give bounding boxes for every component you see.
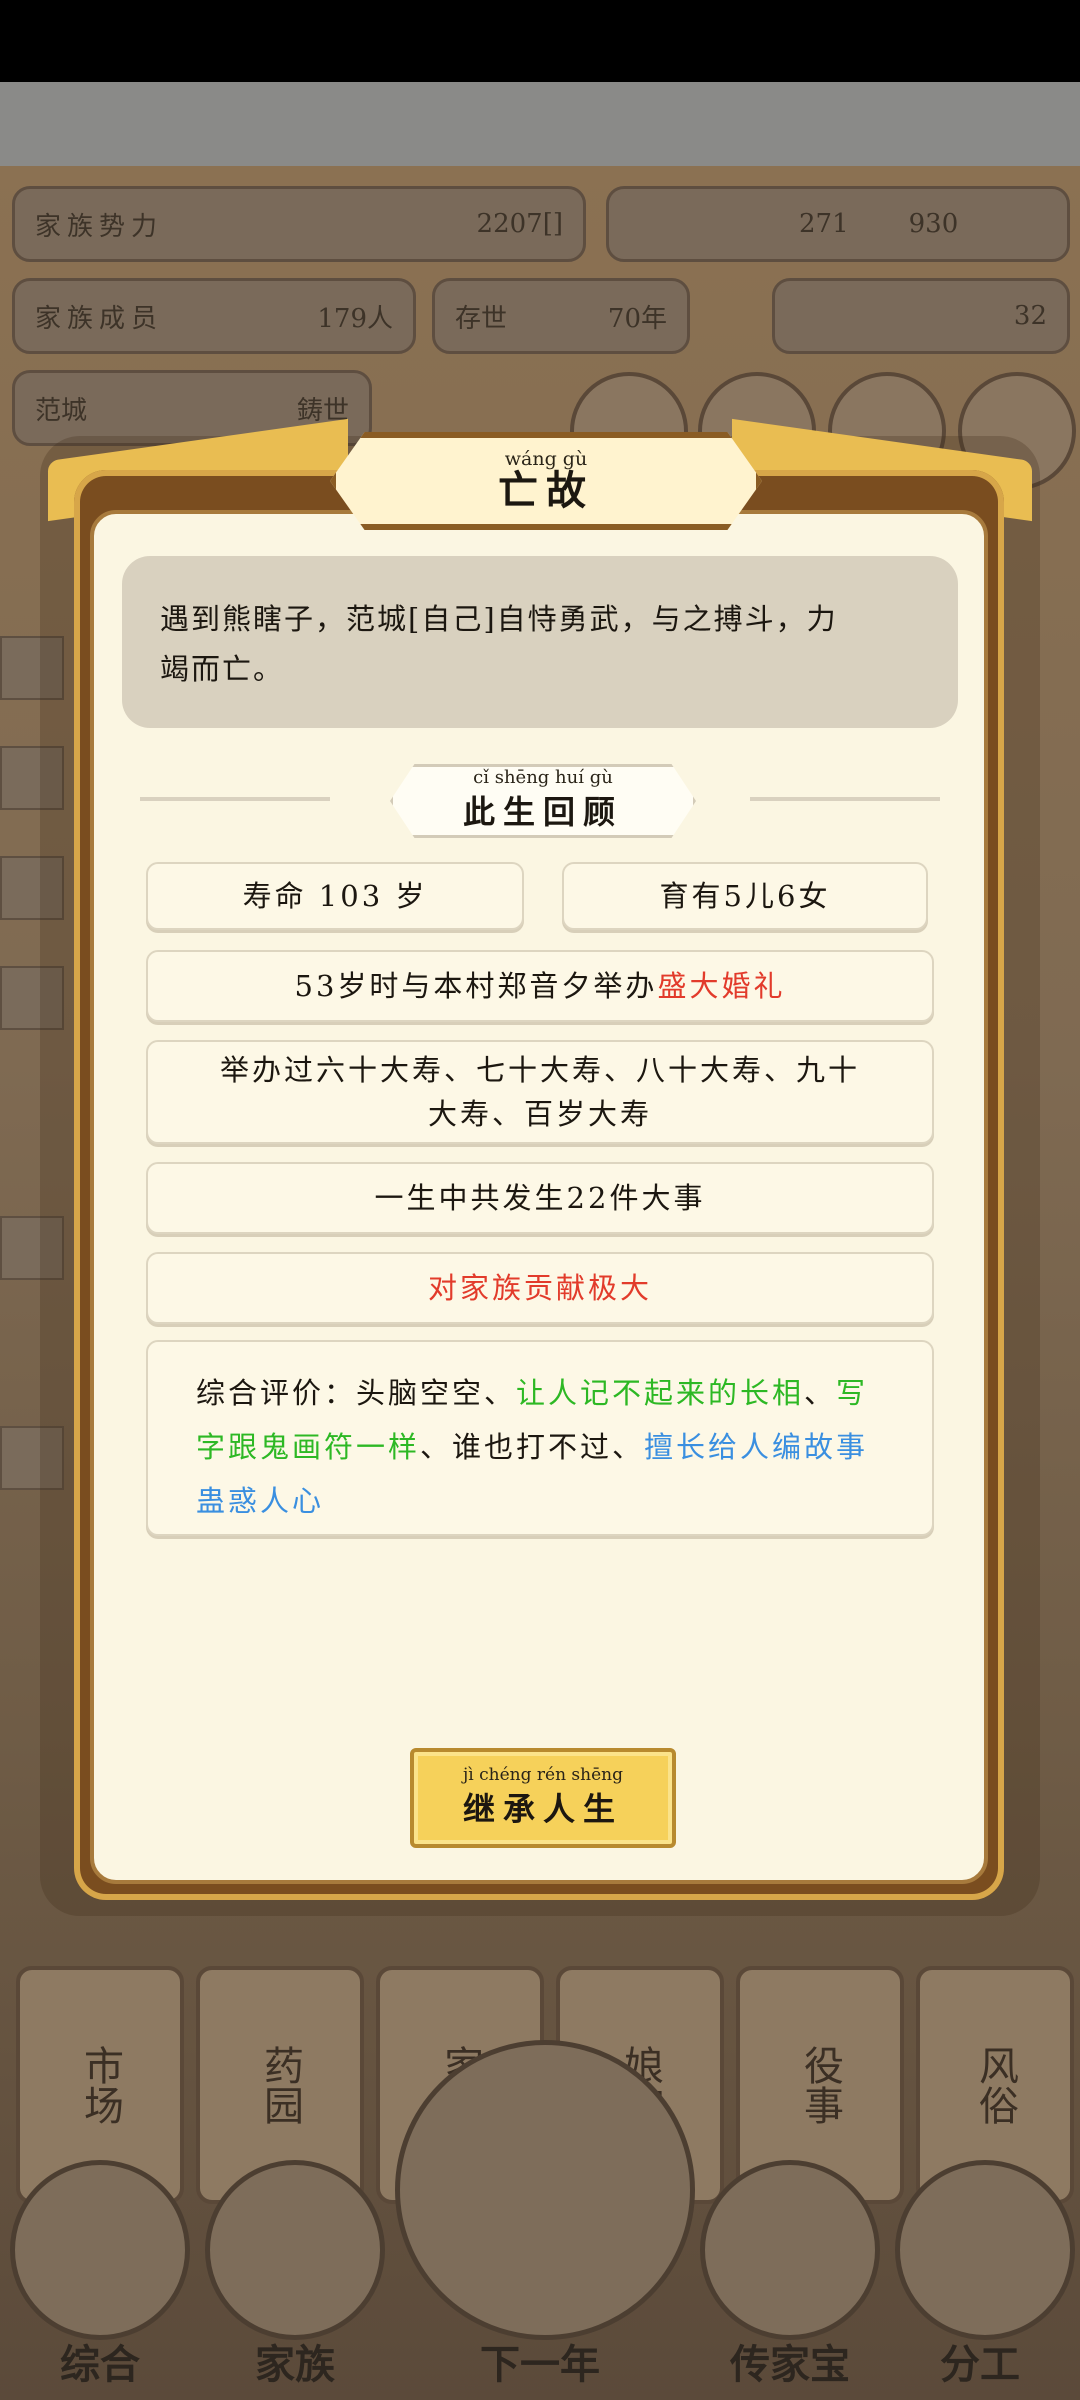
review-title: 此生回顾	[462, 793, 623, 831]
nav-general[interactable]: 综合	[10, 2332, 190, 2390]
children-card: 育有5儿6女	[562, 862, 928, 930]
top-strip	[0, 82, 1080, 166]
nav-division-icon[interactable]	[895, 2160, 1075, 2340]
members-value: 179人	[317, 303, 393, 334]
inherit-life-button[interactable]: jì chéng rén shēng 继承人生	[410, 1748, 676, 1848]
copper-value: 930	[908, 209, 959, 239]
marriage-highlight: 盛大婚礼	[657, 969, 786, 1003]
clan-power-value: 2207[	[476, 209, 553, 239]
nav-family[interactable]: 家族	[205, 2332, 385, 2390]
lifespan-text: 寿命 103 岁	[242, 879, 428, 913]
nav-division[interactable]: 分工	[890, 2332, 1070, 2390]
nav-next-year[interactable]: 下一年	[450, 2332, 630, 2390]
button-pinyin: jì chéng rén shēng	[463, 1764, 623, 1785]
dialog-title-banner: wáng gù 亡故	[330, 432, 762, 530]
life-review-header: cǐ shēng huí gù 此生回顾	[140, 764, 940, 838]
alive-label: 存世	[455, 303, 508, 334]
alive-value: 70年	[607, 303, 667, 334]
death-text-line1: 遇到熊瞎子，范城[自己]自恃勇武，与之搏斗，力	[160, 602, 838, 636]
review-pinyin: cǐ shēng huí gù	[473, 767, 613, 788]
eval-sep: 、	[804, 1376, 837, 1410]
eval-blue-1: 擅长给人编	[644, 1430, 805, 1464]
birthdays-line2: 大寿、百岁大寿	[427, 1097, 652, 1131]
marriage-card: 53岁时与本村郑音夕举办 盛大婚礼	[146, 950, 934, 1022]
gold-box[interactable]: 32	[772, 278, 1070, 354]
nav-general-icon[interactable]	[10, 2160, 190, 2340]
marriage-text: 53岁时与本村郑音夕举办	[294, 969, 658, 1003]
clan-power-box[interactable]: 家族势力 2207[ ]	[12, 186, 586, 262]
nav-next-year-icon[interactable]	[395, 2040, 695, 2340]
nav-heirloom[interactable]: 传家宝	[700, 2332, 880, 2390]
bottom-nav: 综合 家族 下一年 传家宝 分工	[0, 2040, 1080, 2400]
divider-left	[140, 797, 330, 801]
events-card: 一生中共发生22件大事	[146, 1162, 934, 1234]
death-description: 遇到熊瞎子，范城[自己]自恃勇武，与之搏斗，力 竭而亡。	[122, 556, 958, 728]
eval-green-1: 让人记不起来的长相	[516, 1376, 805, 1410]
birthdays-line1: 举办过六十大寿、七十大寿、八十大寿、九十	[219, 1053, 860, 1087]
contribution-card: 对家族贡献极大	[146, 1252, 934, 1324]
currency-box: 271 930	[606, 186, 1070, 262]
clan-power-label: 家族势力	[35, 211, 164, 242]
birthdays-card: 举办过六十大寿、七十大寿、八十大寿、九十 大寿、百岁大寿	[146, 1040, 934, 1144]
events-text: 一生中共发生22件大事	[374, 1181, 706, 1215]
death-text-line2: 竭而亡。	[160, 652, 285, 686]
eval-prefix: 综合评价：头脑空空、	[196, 1376, 517, 1410]
gold-value: 32	[1013, 301, 1047, 331]
members-box[interactable]: 家族成员 179人	[12, 278, 416, 354]
contribution-text: 对家族贡献极大	[427, 1271, 652, 1305]
city-label: 范城	[35, 395, 88, 426]
divider-right	[750, 797, 940, 801]
evaluation-card: 综合评价：头脑空空、让人记不起来的长相、写字跟鬼画符一样、谁也打不过、擅长给人编…	[146, 1340, 934, 1536]
status-bar	[0, 0, 1080, 82]
clan-power-suffix: ]	[552, 209, 563, 239]
silver-value: 271	[799, 209, 849, 239]
life-review-tag: cǐ shēng huí gù 此生回顾	[390, 764, 696, 838]
eval-mid: 、谁也打不过、	[420, 1430, 645, 1464]
children-text: 育有5儿6女	[659, 879, 831, 913]
button-label: 继承人生	[462, 1789, 623, 1828]
nav-family-icon[interactable]	[205, 2160, 385, 2340]
nav-heirloom-icon[interactable]	[700, 2160, 880, 2340]
alive-box: 存世 70年	[432, 278, 690, 354]
lifespan-card: 寿命 103 岁	[146, 862, 524, 930]
dialog-title: 亡故	[498, 466, 594, 514]
members-label: 家族成员	[35, 303, 164, 334]
title-pinyin: wáng gù	[504, 447, 588, 470]
